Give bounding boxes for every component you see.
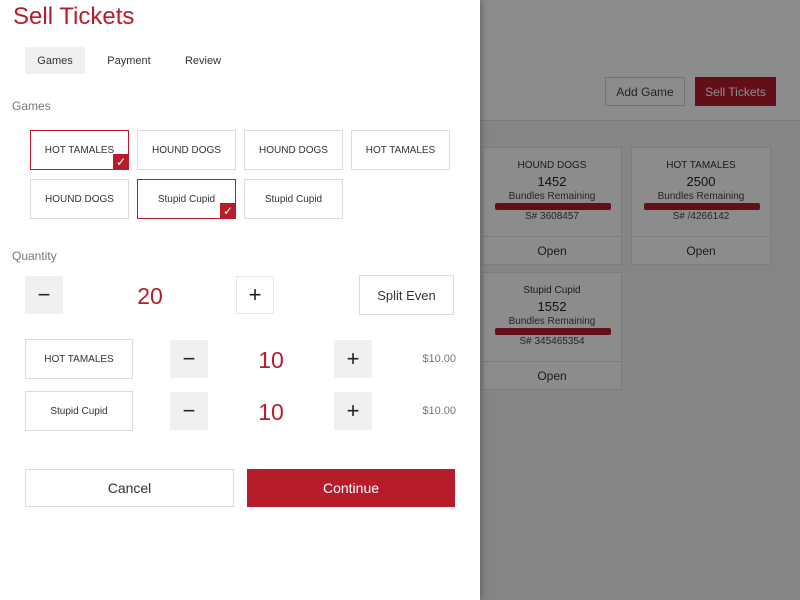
modal-overlay[interactable] bbox=[480, 0, 800, 600]
line-price: $10.00 bbox=[422, 353, 456, 365]
tab-review[interactable]: Review bbox=[173, 47, 233, 74]
minus-icon: − bbox=[37, 282, 51, 307]
game-chip-label: Stupid Cupid bbox=[157, 193, 216, 205]
game-chip[interactable]: Stupid Cupid ✓ bbox=[137, 179, 236, 219]
plus-icon: + bbox=[346, 398, 360, 423]
decrease-line-button[interactable]: − bbox=[170, 392, 208, 430]
line-game-name: Stupid Cupid bbox=[25, 391, 133, 431]
game-chip-label: HOUND DOGS bbox=[45, 193, 114, 205]
minus-icon: − bbox=[182, 398, 196, 423]
cancel-button[interactable]: Cancel bbox=[25, 469, 234, 507]
minus-icon: − bbox=[182, 346, 196, 371]
increase-total-button[interactable]: + bbox=[236, 276, 274, 314]
sell-tickets-drawer: Sell Tickets Games Payment Review Games … bbox=[0, 0, 480, 600]
games-section-label: Games bbox=[12, 99, 51, 113]
game-chip[interactable]: HOT TAMALES ✓ bbox=[30, 130, 129, 170]
game-chip[interactable]: Stupid Cupid bbox=[244, 179, 343, 219]
game-chip-label: HOT TAMALES bbox=[365, 144, 436, 156]
game-chip-label: HOUND DOGS bbox=[259, 144, 328, 156]
quantity-section-label: Quantity bbox=[12, 249, 57, 263]
decrease-line-button[interactable]: − bbox=[170, 340, 208, 378]
game-chip[interactable]: HOUND DOGS bbox=[244, 130, 343, 170]
game-chip-label: HOUND DOGS bbox=[152, 144, 221, 156]
plus-icon: + bbox=[248, 282, 262, 307]
tab-games[interactable]: Games bbox=[25, 47, 85, 74]
continue-button[interactable]: Continue bbox=[247, 469, 455, 507]
split-even-button[interactable]: Split Even bbox=[359, 275, 454, 315]
check-icon: ✓ bbox=[113, 154, 129, 170]
line-quantity-value: 10 bbox=[258, 347, 284, 373]
line-game-name: HOT TAMALES bbox=[25, 339, 133, 379]
drawer-title: Sell Tickets bbox=[13, 3, 135, 30]
decrease-total-button[interactable]: − bbox=[25, 276, 63, 314]
game-chip[interactable]: HOT TAMALES bbox=[351, 130, 450, 170]
game-chip-label: Stupid Cupid bbox=[264, 193, 323, 205]
tab-payment[interactable]: Payment bbox=[97, 47, 161, 74]
game-chip[interactable]: HOUND DOGS bbox=[30, 179, 129, 219]
line-quantity-value: 10 bbox=[258, 399, 284, 425]
check-icon: ✓ bbox=[220, 203, 236, 219]
plus-icon: + bbox=[346, 346, 360, 371]
increase-line-button[interactable]: + bbox=[334, 392, 372, 430]
increase-line-button[interactable]: + bbox=[334, 340, 372, 378]
line-price: $10.00 bbox=[422, 405, 456, 417]
total-quantity-value: 20 bbox=[137, 283, 163, 309]
game-chip-label: HOT TAMALES bbox=[44, 144, 115, 156]
game-chip[interactable]: HOUND DOGS bbox=[137, 130, 236, 170]
